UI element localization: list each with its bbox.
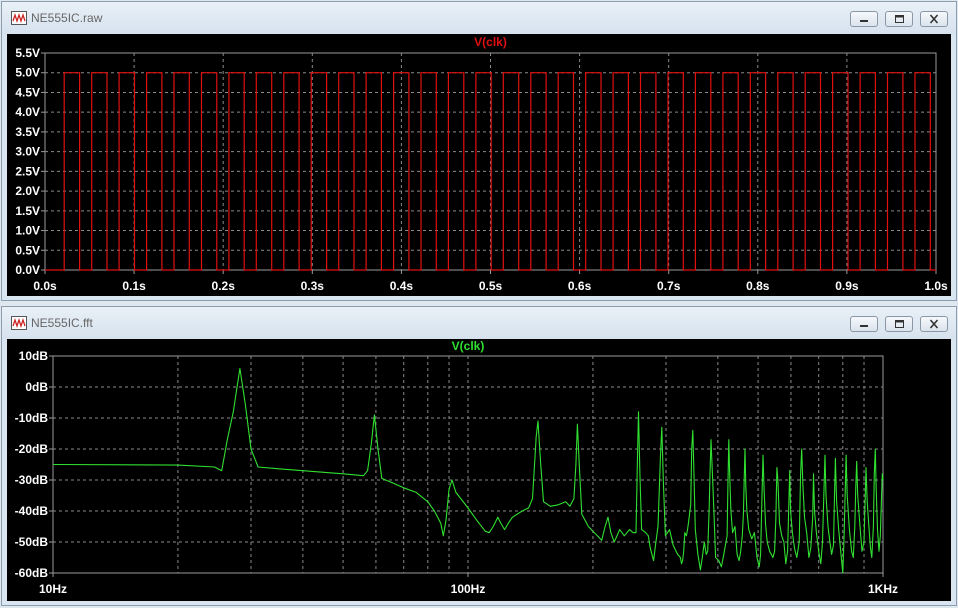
y-tick-label: 0.5V (15, 243, 40, 257)
y-tick-label: -30dB (15, 473, 49, 487)
x-tick-label: 0.4s (390, 279, 414, 293)
y-tick-label: 1.5V (15, 204, 40, 218)
close-icon (929, 319, 939, 329)
restore-button[interactable] (885, 316, 913, 332)
y-tick-label: 0.0V (15, 263, 40, 277)
y-tick-label: 10dB (19, 349, 49, 363)
raw-plot-window: NE555IC.raw V(clk) 0.0V 0.5V 1.0V 1.5V 2.0V 2.… (1, 1, 957, 301)
y-tick-label: -10dB (15, 411, 49, 425)
y-tick-label: -20dB (15, 442, 49, 456)
x-tick-label: 1KHz (868, 582, 898, 596)
x-tick-label: 1.0s (924, 279, 948, 293)
fft-plot-window: NE555IC.fft V(clk) 10dB 0dB -10dB -20dB -30dB… (1, 306, 957, 606)
restore-icon (895, 320, 904, 328)
plot-area[interactable]: V(clk) 0.0V 0.5V 1.0V 1.5V 2.0V 2.5V 3.0V 3.5V 4.… (7, 34, 951, 296)
chart-title: V(clk) (452, 339, 485, 353)
x-tick-label: 0.3s (301, 279, 325, 293)
window-title: NE555IC.raw (31, 11, 103, 25)
y-tick-label: 4.5V (15, 85, 40, 99)
chart-title: V(clk) (474, 35, 507, 49)
x-tick-label: 0.6s (568, 279, 592, 293)
x-tick-label: 100Hz (451, 582, 486, 596)
title-bar[interactable]: NE555IC.raw (2, 2, 956, 34)
y-tick-label: 2.0V (15, 184, 40, 198)
y-tick-label: 0dB (25, 380, 48, 394)
x-tick-label: 0.8s (746, 279, 770, 293)
window-title: NE555IC.fft (31, 316, 93, 330)
title-bar[interactable]: NE555IC.fft (2, 307, 956, 339)
y-tick-label: 3.5V (15, 125, 40, 139)
close-button[interactable] (920, 11, 948, 27)
restore-icon (895, 15, 904, 23)
y-tick-label: -50dB (15, 535, 49, 549)
waveform-app-icon (11, 316, 27, 330)
fft-plot-svg[interactable]: V(clk) 10dB 0dB -10dB -20dB -30dB -40dB -50dB -6… (7, 339, 951, 601)
x-tick-label: 0.5s (479, 279, 503, 293)
x-tick-label: 10Hz (39, 582, 67, 596)
y-tick-label: 3.0V (15, 145, 40, 159)
x-tick-label: 0.7s (657, 279, 681, 293)
waveform-app-icon (11, 11, 27, 25)
minimize-icon (860, 20, 868, 22)
minimize-button[interactable] (850, 11, 878, 27)
y-tick-label: -40dB (15, 504, 49, 518)
minimize-button[interactable] (850, 316, 878, 332)
y-tick-label: 5.5V (15, 46, 40, 60)
y-tick-label: 1.0V (15, 224, 40, 238)
close-button[interactable] (920, 316, 948, 332)
close-icon (929, 14, 939, 24)
plot-area[interactable]: V(clk) 10dB 0dB -10dB -20dB -30dB -40dB -50dB -6… (7, 339, 951, 601)
x-tick-label: 0.1s (122, 279, 146, 293)
minimize-icon (860, 325, 868, 327)
y-tick-label: -60dB (15, 566, 49, 580)
y-tick-label: 2.5V (15, 164, 40, 178)
y-tick-label: 4.0V (15, 105, 40, 119)
raw-plot-svg[interactable]: V(clk) 0.0V 0.5V 1.0V 1.5V 2.0V 2.5V 3.0V 3.5V 4.… (7, 34, 951, 296)
x-tick-label: 0.2s (212, 279, 236, 293)
restore-button[interactable] (885, 11, 913, 27)
x-tick-label: 0.0s (33, 279, 57, 293)
x-tick-label: 0.9s (835, 279, 859, 293)
y-tick-label: 5.0V (15, 66, 40, 80)
